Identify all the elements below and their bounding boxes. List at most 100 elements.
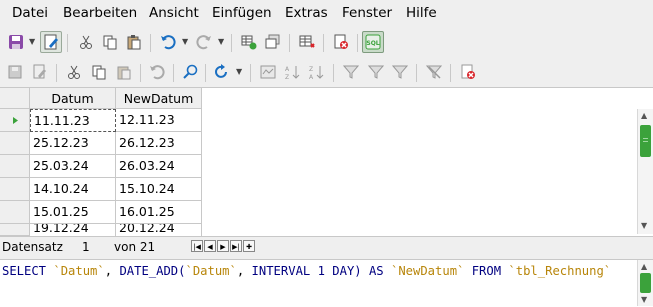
scroll-down-icon[interactable]: ▼ <box>641 221 647 230</box>
separator <box>150 34 151 52</box>
save-record-icon[interactable] <box>5 61 27 83</box>
menu-bearbeiten[interactable]: Bearbeiten <box>63 5 137 21</box>
sql-keyword: FROM <box>471 264 502 278</box>
sql-function: DATE_ADD( <box>119 264 186 278</box>
row-header[interactable] <box>0 132 29 155</box>
menu-bar: Datei Bearbeiten Ansicht Einfügen Extras… <box>0 0 653 26</box>
menu-datei[interactable]: Datei <box>12 5 48 21</box>
add-table-icon[interactable] <box>296 31 318 53</box>
grid-cell[interactable]: 16.01.25 <box>116 201 202 224</box>
form-icon[interactable] <box>257 61 279 83</box>
record-label: Datensatz <box>2 240 63 254</box>
menu-hilfe[interactable]: Hilfe <box>406 5 437 21</box>
grid-cell[interactable]: 14.10.24 <box>30 178 116 201</box>
separator <box>416 64 417 82</box>
scrollbar-thumb[interactable] <box>640 125 651 157</box>
sql-identifier: `tbl_Rechnung` <box>508 264 612 278</box>
remove-filter-icon[interactable] <box>423 61 445 83</box>
clear-query-icon[interactable] <box>262 31 284 53</box>
separator <box>140 64 141 82</box>
grid-cell[interactable]: 19.12.24 <box>30 224 116 236</box>
grid-cell[interactable]: 15.01.25 <box>30 201 116 224</box>
row-header[interactable] <box>0 109 29 132</box>
menu-extras[interactable]: Extras <box>285 5 328 21</box>
delete-record-icon[interactable] <box>457 61 479 83</box>
copy-icon[interactable] <box>99 31 121 53</box>
paste-icon[interactable] <box>123 31 145 53</box>
row-header[interactable] <box>0 224 29 236</box>
apply-filter-icon[interactable] <box>389 61 411 83</box>
menu-ansicht[interactable]: Ansicht <box>149 5 199 21</box>
menu-einfuegen[interactable]: Einfügen <box>212 5 272 21</box>
find-icon[interactable] <box>180 61 202 83</box>
refresh-icon[interactable] <box>210 61 232 83</box>
redo-icon[interactable] <box>193 31 215 53</box>
sql-editor[interactable]: SELECT `Datum`, DATE_ADD(`Datum`, INTERV… <box>0 259 653 307</box>
column-header-newdatum[interactable]: NewDatum <box>116 88 202 109</box>
autofilter-icon[interactable] <box>340 61 362 83</box>
cut-icon[interactable] <box>75 31 97 53</box>
separator <box>205 64 206 82</box>
grid-cell[interactable]: 26.03.24 <box>116 155 202 178</box>
first-record-icon[interactable]: |◀ <box>191 240 203 252</box>
edit-file-icon[interactable] <box>40 31 62 53</box>
record-count-label: von 21 <box>114 240 156 254</box>
separator <box>357 34 358 52</box>
sql-punct: , <box>104 264 120 278</box>
separator <box>450 64 451 82</box>
sql-vertical-scrollbar[interactable]: ▲ ▼ <box>637 260 653 306</box>
column-header-datum[interactable]: Datum <box>30 88 116 109</box>
sort-descending-icon[interactable]: ZA <box>306 61 328 83</box>
scroll-up-icon[interactable]: ▲ <box>641 111 647 120</box>
scrollbar-thumb[interactable] <box>640 273 651 293</box>
record-navigator: Datensatz 1 von 21 |◀ ◀ ▶ ▶| ✚ <box>0 236 653 257</box>
record-number-field[interactable]: 1 <box>82 240 90 254</box>
refresh-dropdown-icon[interactable]: ▼ <box>236 67 242 76</box>
save-icon[interactable] <box>5 31 27 53</box>
next-record-icon[interactable]: ▶ <box>217 240 229 252</box>
edit-record-icon[interactable] <box>29 61 51 83</box>
paste-icon-2[interactable] <box>113 61 135 83</box>
undo-icon-2[interactable] <box>146 61 168 83</box>
new-record-icon[interactable]: ✚ <box>243 240 255 252</box>
standard-filter-icon[interactable] <box>365 61 387 83</box>
last-record-icon[interactable]: ▶| <box>230 240 242 252</box>
save-dropdown-icon[interactable]: ▼ <box>29 37 35 46</box>
previous-record-icon[interactable]: ◀ <box>204 240 216 252</box>
cut-icon-2[interactable] <box>63 61 85 83</box>
copy-icon-2[interactable] <box>88 61 110 83</box>
sql-statement[interactable]: SELECT `Datum`, DATE_ADD(`Datum`, INTERV… <box>2 264 611 278</box>
separator <box>333 64 334 82</box>
sort-ascending-icon[interactable]: AZ <box>282 61 304 83</box>
grid-cell[interactable]: 25.03.24 <box>30 155 116 178</box>
sql-punct: ) <box>354 264 369 278</box>
grid-cell-text: 19.12.24 <box>33 224 89 235</box>
svg-text:SQL: SQL <box>366 40 379 47</box>
separator <box>250 64 251 82</box>
row-header[interactable] <box>0 155 29 178</box>
sql-keyword: AS <box>368 264 384 278</box>
undo-dropdown-icon[interactable]: ▼ <box>182 37 188 46</box>
row-header[interactable] <box>0 201 29 224</box>
sql-keyword: INTERVAL <box>251 264 311 278</box>
grid-cell[interactable]: 11.11.23 <box>30 109 116 132</box>
svg-text:Z: Z <box>309 66 313 73</box>
redo-dropdown-icon[interactable]: ▼ <box>218 37 224 46</box>
separator <box>323 34 324 52</box>
delete-icon[interactable] <box>330 31 352 53</box>
grid-cell[interactable]: 25.12.23 <box>30 132 116 155</box>
grid-vertical-scrollbar[interactable]: ▲ ▼ <box>637 109 653 234</box>
menu-fenster[interactable]: Fenster <box>342 5 392 21</box>
corner-header[interactable] <box>0 88 30 109</box>
grid-cell[interactable]: 26.12.23 <box>116 132 202 155</box>
row-header[interactable] <box>0 178 29 201</box>
sql-mode-icon[interactable]: SQL <box>362 31 384 53</box>
undo-icon[interactable] <box>157 31 179 53</box>
grid-cell[interactable]: 12.11.23 <box>116 109 202 132</box>
grid-cell[interactable]: 15.10.24 <box>116 178 202 201</box>
sql-keyword: DAY <box>332 264 355 278</box>
grid-cell[interactable]: 20.12.24 <box>116 224 202 236</box>
scroll-up-icon[interactable]: ▲ <box>641 262 647 271</box>
scroll-down-icon[interactable]: ▼ <box>641 295 647 304</box>
run-query-icon[interactable] <box>238 31 260 53</box>
